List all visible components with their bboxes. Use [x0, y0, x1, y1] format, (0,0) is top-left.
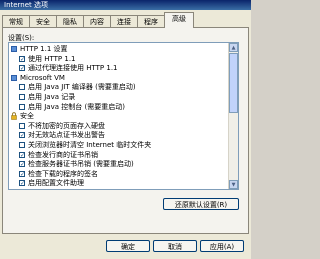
list-item-label: 安全: [20, 112, 34, 121]
setting-checkbox[interactable]: [19, 151, 25, 160]
list-item-label: 关闭浏览器时清空 Internet 临时文件夹: [28, 141, 152, 149]
list-item-label: 对无效站点证书发出警告: [28, 131, 105, 140]
list-item[interactable]: 通过代理连接使用 HTTP 1.1: [9, 64, 229, 73]
setting-checkbox[interactable]: [19, 94, 25, 100]
list-item[interactable]: 检查下载的程序的签名: [9, 170, 229, 179]
restore-defaults-button[interactable]: 还原默认设置(R): [163, 198, 239, 210]
setting-checkbox[interactable]: [19, 170, 25, 179]
list-item: HTTP 1.1 设置: [9, 45, 229, 54]
lock-icon: [11, 112, 17, 120]
setting-checkbox[interactable]: [19, 142, 25, 148]
category-icon: [11, 74, 17, 81]
list-item-label: 检查服务器证书吊销 (需要重启动): [28, 160, 134, 169]
setting-checkbox[interactable]: [19, 160, 25, 169]
setting-checkbox[interactable]: [19, 179, 25, 188]
list-item[interactable]: 启用 Java JIT 编译器 (需要重启动): [9, 83, 229, 92]
list-item[interactable]: 启用 Java 控制台 (需要重启动): [9, 103, 229, 112]
scroll-thumb[interactable]: [229, 53, 238, 113]
list-item[interactable]: 启用 Java 记录: [9, 93, 229, 102]
setting-checkbox[interactable]: [19, 103, 25, 110]
setting-checkbox[interactable]: [19, 122, 25, 129]
list-item-label: 检查下载的程序的签名: [28, 169, 98, 178]
title-bar: Internet 选项: [0, 0, 251, 10]
category-icon: [11, 46, 17, 52]
list-item[interactable]: 使用 HTTP 1.1: [9, 55, 229, 64]
list-item-label: 启用 Java 控制台 (需要重启动): [28, 102, 125, 111]
vertical-scrollbar[interactable]: ▲ ▼: [228, 43, 238, 189]
list-item[interactable]: 检查服务器证书吊销 (需要重启动): [9, 160, 229, 169]
list-item[interactable]: 启用配置文件助理: [9, 179, 229, 188]
tab-strip: 常规 安全 隐私 内容 连接 程序 高级: [2, 12, 249, 28]
setting-checkbox[interactable]: [19, 55, 25, 64]
list-item-label: 检查发行商的证书吊销: [28, 150, 98, 159]
list-item-label: Microsoft VM: [20, 73, 65, 82]
list-item-label: HTTP 1.1 设置: [20, 45, 68, 53]
ok-button[interactable]: 确定: [106, 240, 150, 252]
scroll-down-icon[interactable]: ▼: [229, 180, 238, 189]
list-item[interactable]: 对无效站点证书发出警告: [9, 131, 229, 140]
scroll-up-icon[interactable]: ▲: [229, 43, 238, 52]
settings-list[interactable]: HTTP 1.1 设置使用 HTTP 1.1通过代理连接使用 HTTP 1.1M…: [8, 42, 239, 190]
window-title: Internet 选项: [4, 1, 49, 9]
list-item[interactable]: 关闭浏览器时清空 Internet 临时文件夹: [9, 141, 229, 150]
list-item[interactable]: 不将加密的页面存入硬盘: [9, 122, 229, 131]
list-item-label: 启用 Java JIT 编译器 (需要重启动): [28, 83, 136, 92]
list-item[interactable]: 检查发行商的证书吊销: [9, 151, 229, 160]
list-item: 安全: [9, 112, 229, 121]
list-item-label: 不将加密的页面存入硬盘: [28, 121, 105, 130]
list-item: Microsoft VM: [9, 74, 229, 83]
setting-checkbox[interactable]: [19, 131, 25, 140]
apply-button[interactable]: 应用(A): [200, 240, 244, 252]
setting-checkbox[interactable]: [19, 64, 25, 73]
tab-advanced[interactable]: 高级: [164, 12, 194, 28]
list-item-label: 启用 Java 记录: [28, 93, 76, 101]
list-item-label: 使用 HTTP 1.1: [28, 54, 76, 63]
list-item-label: 通过代理连接使用 HTTP 1.1: [28, 64, 118, 73]
setting-checkbox[interactable]: [19, 84, 25, 91]
cancel-button[interactable]: 取消: [153, 240, 197, 252]
list-item-label: 启用配置文件助理: [28, 179, 84, 188]
internet-options-window: Internet 选项 常规 安全 隐私 内容 连接 程序 高级 设置(S): …: [0, 0, 251, 259]
